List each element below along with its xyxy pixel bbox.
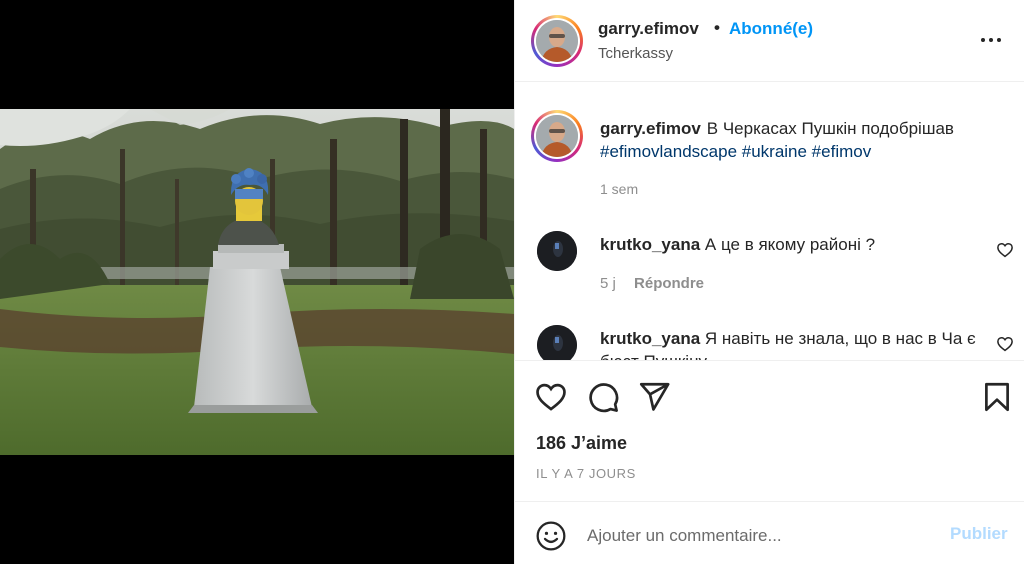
comment-text: krutko_yana А це в якому районі ? [600,233,980,256]
comment-input[interactable] [587,523,927,549]
comment-author[interactable]: krutko_yana [600,235,700,254]
profile-photo-icon [536,115,578,157]
post-header: garry.efimov • Abonné(e) Tcherkassy [515,0,1024,82]
caption-hashtags[interactable]: #efimovlandscape #ukraine #efimov [600,142,871,161]
comment-item: krutko_yana Я навіть не знала, що в нас … [515,321,1024,360]
caption-time[interactable]: 1 sem [600,181,638,197]
more-options-button[interactable] [981,27,1007,53]
comment-author[interactable]: krutko_yana [600,329,700,348]
heart-icon[interactable] [534,380,568,414]
post-panel: garry.efimov • Abonné(e) Tcherkassy garr… [514,0,1024,564]
share-icon[interactable] [637,380,671,414]
heart-icon[interactable] [996,241,1014,259]
comments-section[interactable]: garry.efimov В Черкасах Пушкін подобрішав… [515,83,1024,361]
commenter-avatar[interactable] [537,325,577,360]
author-username[interactable]: garry.efimov [598,19,699,39]
caption-text: garry.efimov В Черкасах Пушкін подобрішав… [600,117,1000,163]
caption-author-username[interactable]: garry.efimov [600,119,701,138]
heart-icon[interactable] [996,335,1014,353]
pushkin-bust-photo [0,109,514,455]
follow-button[interactable]: Abonné(e) [729,19,813,39]
profile-photo-icon [537,231,577,271]
profile-photo-icon [536,20,578,62]
caption-body: В Черкасах Пушкін подобрішав [706,119,954,138]
commenter-avatar[interactable] [537,231,577,271]
post-actions: 186 J’aime IL Y A 7 JOURS [515,362,1024,502]
reply-button[interactable]: Répondre [634,275,704,292]
caption-author-avatar[interactable] [531,110,583,162]
comment-item: krutko_yana А це в якому районі ? 5 j Ré… [515,227,1024,317]
post-photo[interactable] [0,109,514,455]
separator-dot: • [714,18,720,37]
author-avatar[interactable] [531,15,583,67]
post-media [0,0,514,564]
post-location[interactable]: Tcherkassy [598,45,673,62]
profile-photo-icon [537,325,577,360]
comment-text: krutko_yana Я навіть не знала, що в нас … [600,327,980,360]
publish-button[interactable]: Publier [950,524,1008,544]
bookmark-icon[interactable] [980,380,1014,414]
emoji-icon[interactable] [535,520,567,552]
add-comment-bar: Publier [515,503,1024,564]
comment-time[interactable]: 5 j [600,275,616,292]
comment-meta: 5 j Répondre [600,275,704,292]
likes-count[interactable]: 186 J’aime [536,433,627,454]
comment-icon[interactable] [586,380,620,414]
post-timestamp[interactable]: IL Y A 7 JOURS [536,466,636,481]
comment-body: А це в якому районі ? [704,235,876,254]
